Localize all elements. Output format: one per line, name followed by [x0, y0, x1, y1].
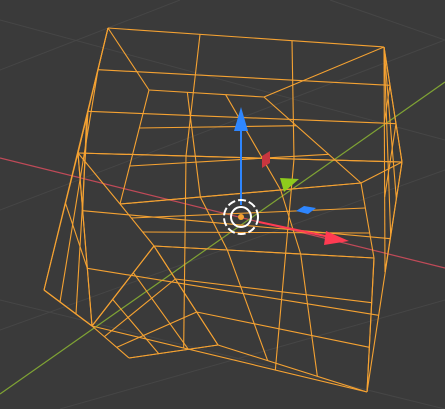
z-arrow-head	[234, 107, 248, 131]
grid-line	[0, 0, 181, 71]
grid-line	[0, 39, 445, 211]
inner-top-face-edge	[225, 94, 282, 191]
inner-top-face-edge	[129, 153, 329, 167]
inner-top-face-edge	[263, 96, 362, 184]
pivot-dot	[238, 214, 244, 220]
left-face-edge	[75, 111, 89, 315]
inner-top-face-edge	[186, 92, 201, 198]
bottom-face-edge	[175, 278, 372, 304]
bottom-face-edge	[226, 249, 269, 361]
mesh-edge	[128, 344, 219, 359]
front-face-edge	[91, 325, 368, 393]
inner-top-face-edge	[119, 89, 150, 205]
wireframe-cube-subdivided-icon[interactable]	[43, 27, 403, 393]
xy-plane-handle[interactable]	[296, 206, 316, 214]
front-face-edge	[183, 155, 187, 349]
bottom-left-face-edge	[103, 278, 176, 338]
3d-viewport[interactable]	[0, 0, 445, 409]
mesh-edge	[91, 245, 155, 327]
mesh-edge	[360, 161, 403, 184]
bottom-face-edge	[196, 311, 370, 348]
left-face-edge	[77, 27, 109, 154]
left-face-edge	[64, 202, 88, 269]
mesh-edge	[263, 46, 385, 98]
inner-top-face-edge	[139, 125, 297, 129]
inner-front-face-edge	[142, 231, 370, 234]
mesh-edge	[43, 289, 93, 327]
viewport-canvas[interactable]	[0, 0, 445, 409]
grid-line	[0, 19, 445, 141]
bottom-face-edge	[300, 253, 318, 377]
inner-front-face-edge	[119, 203, 155, 247]
top-face-edge	[291, 40, 295, 160]
top-face-edge	[107, 27, 385, 48]
bottom-face-edge	[153, 245, 375, 259]
inner-top-face-edge	[148, 89, 265, 98]
right-face-edge	[384, 123, 397, 198]
bottom-face-edge	[217, 344, 368, 393]
bottom-left-face-edge	[153, 245, 219, 346]
z-move-arrow[interactable]	[234, 107, 248, 205]
grid-line	[329, 0, 445, 41]
grid-line	[59, 299, 445, 409]
xz-plane-handle[interactable]	[262, 151, 270, 168]
inner-front-face-edge	[360, 182, 375, 259]
